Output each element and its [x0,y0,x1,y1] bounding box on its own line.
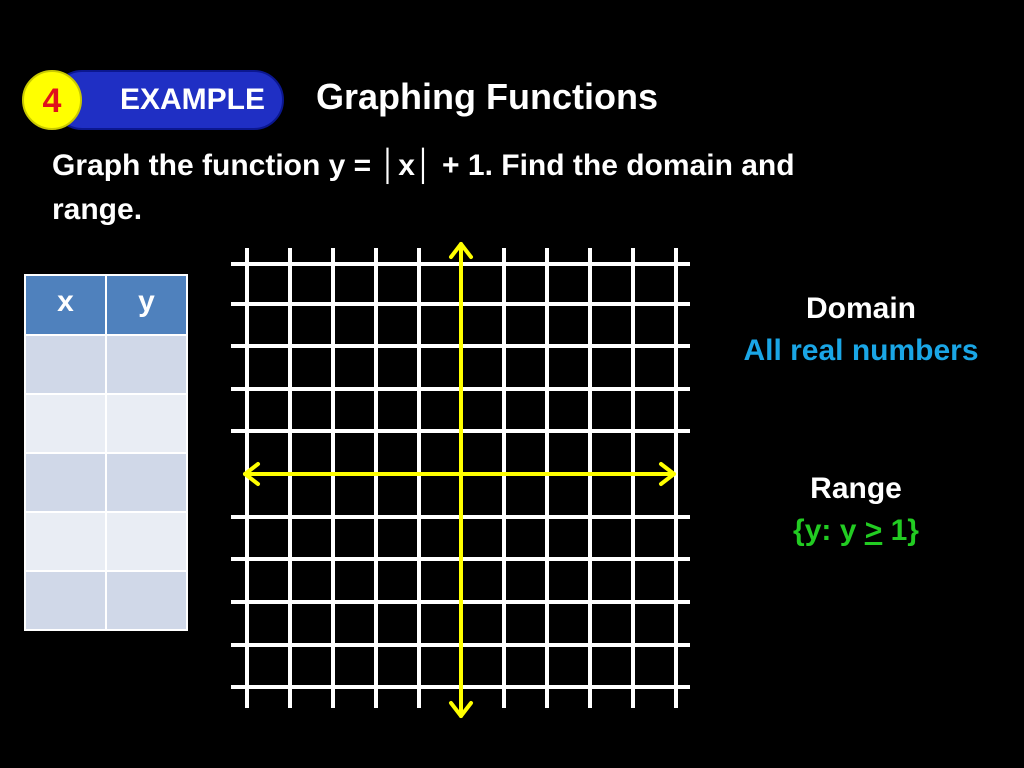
example-number: 4 [22,70,82,130]
table-cell-y [105,570,188,631]
xy-table: x y [24,274,188,631]
table-cell-x [24,393,107,454]
table-cell-y [105,393,188,454]
range-label: Range [810,472,902,505]
table-cell-x [24,570,107,631]
range-value-suffix: 1} [882,514,919,547]
problem-line-2: range. [52,193,143,226]
table-row [24,393,188,454]
example-badge: EXAMPLE 4 [22,70,284,130]
table-cell-y [105,511,188,572]
example-badge-label: EXAMPLE [120,83,266,116]
table-cell-y [105,452,188,513]
table-cell-x [24,452,107,513]
range-value-symbol: > [864,514,883,547]
problem-line-1: Graph the function y = │x│ + 1. Find the… [52,149,795,182]
column-header-x: x [24,274,107,336]
domain-value: All real numbers [743,334,979,367]
domain-block: Domain All real numbers [711,288,1011,372]
table-cell-x [24,511,107,572]
table-row [24,452,188,513]
range-value: {y: y > 1} [706,510,1006,552]
column-header-y: y [105,274,188,336]
problem-statement: Graph the function y = │x│ + 1. Find the… [52,144,952,232]
table-row [24,511,188,572]
table-cell-y [105,334,188,395]
table-cell-x [24,334,107,395]
table-header-row: x y [24,274,188,336]
table-row [24,570,188,631]
slide-title: Graphing Functions [316,76,658,117]
range-value-prefix: {y: y [793,514,865,547]
coordinate-grid [231,242,690,718]
table-row [24,334,188,395]
domain-label: Domain [805,292,916,325]
range-block: Range {y: y > 1} [706,468,1006,552]
